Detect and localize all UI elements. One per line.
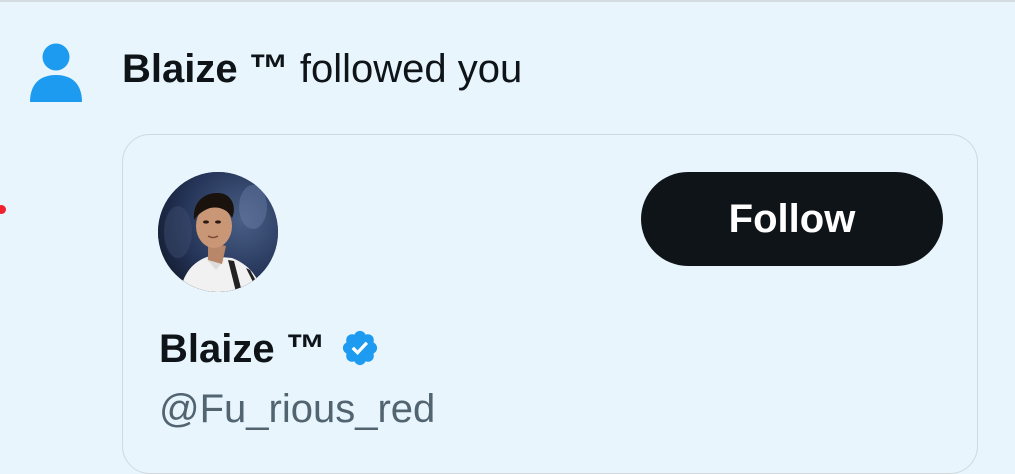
notification-action: followed you xyxy=(288,47,523,91)
person-icon xyxy=(30,43,82,102)
user-display-name-row[interactable]: Blaize ™ xyxy=(159,324,380,374)
notification-text: Blaize ™ followed you xyxy=(122,44,522,94)
follow-button[interactable]: Follow xyxy=(641,172,943,266)
user-handle[interactable]: @Fu_rious_red xyxy=(159,384,435,434)
unread-indicator xyxy=(0,205,6,214)
user-display-name[interactable]: Blaize ™ xyxy=(159,324,326,374)
avatar[interactable] xyxy=(158,172,278,292)
verified-badge-icon xyxy=(342,330,377,366)
notification-actor-name[interactable]: Blaize ™ xyxy=(122,47,289,91)
top-divider xyxy=(0,0,1015,2)
avatar-image xyxy=(158,172,278,292)
